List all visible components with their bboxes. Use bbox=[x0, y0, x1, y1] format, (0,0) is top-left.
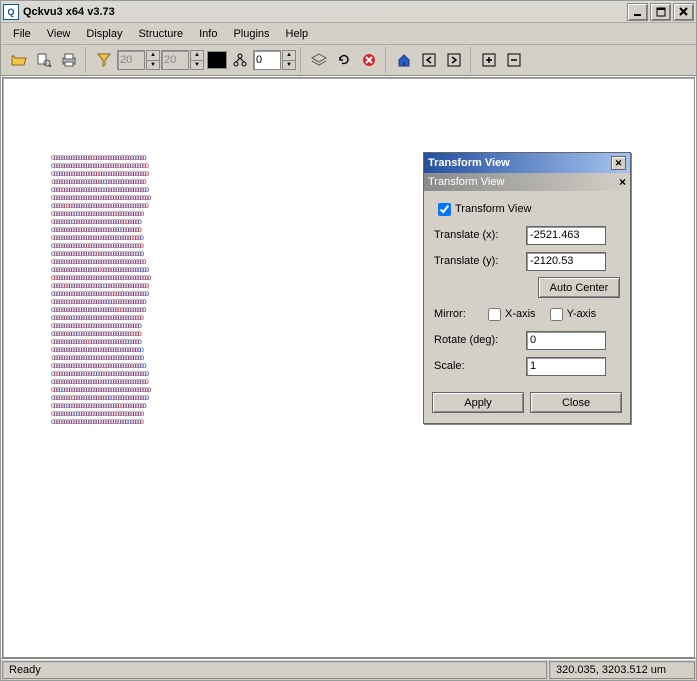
menu-plugins[interactable]: Plugins bbox=[225, 25, 277, 43]
mirror-y-label: Y-axis bbox=[567, 308, 597, 320]
rotate-input[interactable] bbox=[526, 331, 606, 350]
app-icon: Q bbox=[3, 4, 19, 20]
dialog-subtitle: Transform View bbox=[428, 176, 504, 188]
zoom-in-icon[interactable] bbox=[477, 49, 501, 71]
spinner3-input[interactable] bbox=[253, 50, 281, 70]
status-bar: Ready 320.035, 3203.512 um bbox=[1, 659, 696, 680]
status-coords: 320.035, 3203.512 um bbox=[549, 661, 695, 679]
transform-view-dialog: Transform View ✕ Transform View × Transf… bbox=[423, 152, 631, 424]
layout-visualization: ooooooooooooooooo oooooooooooooooo ooooo… bbox=[51, 154, 406, 429]
transform-view-checkbox-label: Transform View bbox=[455, 203, 531, 215]
filter-icon[interactable] bbox=[92, 49, 116, 71]
translate-y-input[interactable] bbox=[526, 252, 606, 271]
layers-icon[interactable] bbox=[307, 49, 331, 71]
spinner3-buttons[interactable]: ▲▼ bbox=[282, 50, 296, 70]
close-dialog-button[interactable]: Close bbox=[530, 392, 622, 413]
status-left: Ready bbox=[2, 661, 547, 679]
print-icon[interactable] bbox=[57, 49, 81, 71]
minimize-button[interactable] bbox=[627, 3, 648, 21]
home-icon[interactable] bbox=[392, 49, 416, 71]
transform-view-checkbox[interactable] bbox=[438, 203, 451, 216]
rotate-label: Rotate (deg): bbox=[434, 334, 526, 346]
mirror-x-label: X-axis bbox=[505, 308, 536, 320]
auto-center-button[interactable]: Auto Center bbox=[538, 277, 620, 298]
dialog-subtitle-bar: Transform View × bbox=[424, 173, 630, 191]
hierarchy-icon[interactable] bbox=[228, 49, 252, 71]
menu-structure[interactable]: Structure bbox=[130, 25, 191, 43]
menu-display[interactable]: Display bbox=[78, 25, 130, 43]
print-preview-icon[interactable] bbox=[32, 49, 56, 71]
spinner2-buttons[interactable]: ▲▼ bbox=[190, 50, 204, 70]
window-title: Qckvu3 x64 v3.73 bbox=[23, 6, 627, 18]
scale-label: Scale: bbox=[434, 360, 526, 372]
dialog-collapse-icon[interactable]: × bbox=[619, 175, 626, 189]
mirror-label: Mirror: bbox=[434, 308, 484, 320]
color-swatch[interactable] bbox=[207, 51, 227, 69]
nav-left-icon[interactable] bbox=[417, 49, 441, 71]
canvas-area[interactable]: ooooooooooooooooo oooooooooooooooo ooooo… bbox=[2, 77, 695, 658]
spinner1-input[interactable] bbox=[117, 50, 145, 70]
menu-file[interactable]: File bbox=[5, 25, 39, 43]
spinner1-buttons[interactable]: ▲▼ bbox=[146, 50, 160, 70]
stop-icon[interactable] bbox=[357, 49, 381, 71]
translate-y-label: Translate (y): bbox=[434, 255, 526, 267]
dialog-title-bar[interactable]: Transform View ✕ bbox=[424, 153, 630, 173]
title-bar: Q Qckvu3 x64 v3.73 bbox=[1, 1, 696, 23]
translate-x-input[interactable] bbox=[526, 226, 606, 245]
mirror-x-checkbox[interactable] bbox=[488, 308, 501, 321]
window-controls bbox=[627, 3, 694, 21]
menu-help[interactable]: Help bbox=[278, 25, 317, 43]
toolbar: ▲▼ ▲▼ ▲▼ bbox=[1, 45, 696, 76]
apply-button[interactable]: Apply bbox=[432, 392, 524, 413]
zoom-out-icon[interactable] bbox=[502, 49, 526, 71]
mirror-y-checkbox[interactable] bbox=[550, 308, 563, 321]
translate-x-label: Translate (x): bbox=[434, 229, 526, 241]
open-icon[interactable] bbox=[7, 49, 31, 71]
menu-info[interactable]: Info bbox=[191, 25, 225, 43]
menu-view[interactable]: View bbox=[39, 25, 79, 43]
scale-input[interactable] bbox=[526, 357, 606, 376]
menu-bar: File View Display Structure Info Plugins… bbox=[1, 23, 696, 45]
close-button[interactable] bbox=[673, 3, 694, 21]
spinner2-input[interactable] bbox=[161, 50, 189, 70]
dialog-close-icon[interactable]: ✕ bbox=[611, 156, 626, 170]
maximize-button[interactable] bbox=[650, 3, 671, 21]
refresh-icon[interactable] bbox=[332, 49, 356, 71]
dialog-title: Transform View bbox=[428, 157, 510, 169]
nav-right-icon[interactable] bbox=[442, 49, 466, 71]
